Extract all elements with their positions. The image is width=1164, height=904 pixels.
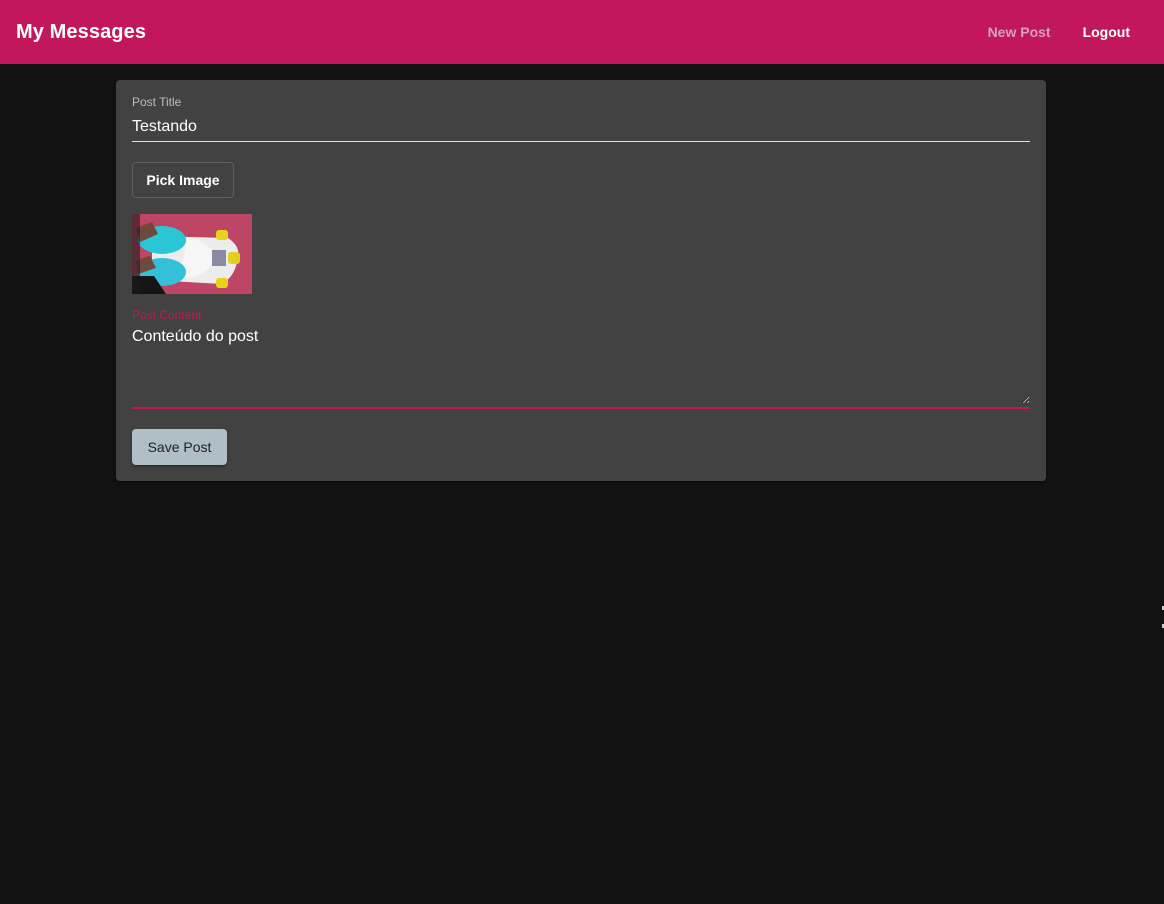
- nav-logout-link[interactable]: Logout: [1067, 14, 1146, 50]
- post-title-underline: [132, 141, 1030, 142]
- post-content-field: Post Content Conteúdo do post: [132, 308, 1030, 409]
- post-title-field: Post Title: [132, 94, 1030, 142]
- post-create-card: Post Title Pick Image Post Conten: [116, 80, 1046, 481]
- save-post-button[interactable]: Save Post: [132, 429, 227, 465]
- skateboard-image: [132, 214, 252, 294]
- post-content-textarea[interactable]: Conteúdo do post: [132, 327, 1030, 404]
- post-title-label: Post Title: [132, 95, 182, 109]
- app-title[interactable]: My Messages: [16, 21, 146, 44]
- post-content-underline: [132, 407, 1030, 409]
- image-preview: [132, 214, 252, 294]
- post-title-input[interactable]: [132, 114, 1030, 140]
- post-content-label: Post Content: [132, 308, 202, 322]
- pick-image-button[interactable]: Pick Image: [132, 162, 234, 198]
- app-toolbar: My Messages New Post Logout: [0, 0, 1164, 64]
- nav-new-post-link[interactable]: New Post: [972, 14, 1067, 50]
